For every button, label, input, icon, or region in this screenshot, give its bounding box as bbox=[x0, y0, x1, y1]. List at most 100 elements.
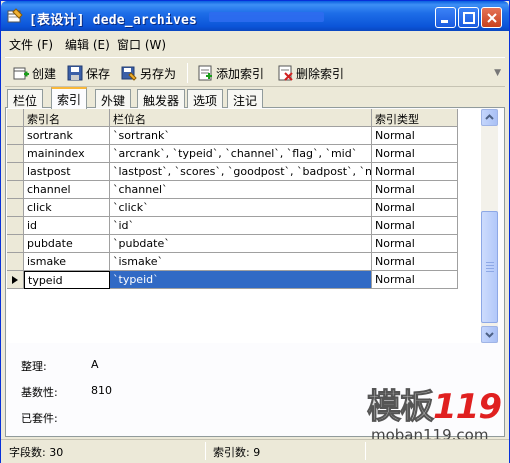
row-selector-current[interactable] bbox=[7, 271, 24, 289]
menu-file[interactable]: 文件 (F) bbox=[9, 36, 53, 53]
toolbar-overflow-chevron-icon[interactable]: ▼ bbox=[494, 68, 501, 78]
index-name-cell[interactable]: pubdate bbox=[24, 235, 110, 253]
delete-index-button[interactable]: 删除索引 bbox=[277, 64, 344, 82]
column-header-index-type[interactable]: 索引类型 bbox=[372, 109, 458, 127]
minimize-button[interactable] bbox=[435, 7, 456, 28]
collation-value: A bbox=[91, 358, 99, 371]
current-row-arrow-icon bbox=[12, 276, 18, 284]
row-selector[interactable] bbox=[7, 127, 24, 145]
add-index-button[interactable]: 添加索引 bbox=[197, 64, 264, 82]
index-type-cell[interactable]: Normal bbox=[372, 217, 458, 235]
save-button[interactable]: 保存 bbox=[67, 64, 110, 82]
create-button[interactable]: 创建 bbox=[13, 64, 56, 82]
row-selector[interactable] bbox=[7, 235, 24, 253]
table-design-window: [表设计] dede_archives 文件 (F) 编辑 (E) 窗口 (W)… bbox=[0, 0, 510, 463]
menu-window[interactable]: 窗口 (W) bbox=[117, 36, 166, 53]
field-name-cell[interactable]: `lastpost`, `scores`, `goodpost`, `badpo… bbox=[110, 163, 372, 181]
table-row[interactable]: sortrank `sortrank` Normal bbox=[7, 127, 481, 145]
index-name-cell[interactable]: mainindex bbox=[24, 145, 110, 163]
cardinality-label: 基数性: bbox=[21, 386, 58, 399]
chevron-up-icon bbox=[485, 114, 494, 120]
row-selector[interactable] bbox=[7, 163, 24, 181]
maximize-button[interactable] bbox=[458, 7, 479, 28]
chevron-down-icon bbox=[485, 332, 494, 338]
field-name-cell[interactable]: `typeid` bbox=[110, 271, 372, 289]
save-as-icon bbox=[121, 65, 137, 81]
row-selector[interactable] bbox=[7, 145, 24, 163]
create-icon bbox=[13, 65, 29, 81]
field-name-cell[interactable]: `ismake` bbox=[110, 253, 372, 271]
status-field-count: 字段数: 30 bbox=[9, 446, 64, 459]
row-selector[interactable] bbox=[7, 217, 24, 235]
index-name-cell[interactable]: typeid bbox=[24, 271, 110, 289]
field-name-cell[interactable]: `channel` bbox=[110, 181, 372, 199]
row-selector[interactable] bbox=[7, 181, 24, 199]
watermark-logo: 模板119 bbox=[367, 379, 502, 428]
cardinality-value: 810 bbox=[91, 384, 112, 397]
row-selector[interactable] bbox=[7, 253, 24, 271]
row-selector[interactable] bbox=[7, 199, 24, 217]
index-type-cell[interactable]: Normal bbox=[372, 235, 458, 253]
table-row-selected[interactable]: typeid `typeid` Normal bbox=[7, 271, 481, 289]
grid-header-row: 索引名 栏位名 索引类型 bbox=[7, 109, 481, 127]
scroll-up-button[interactable] bbox=[481, 109, 498, 126]
delete-index-label: 删除索引 bbox=[296, 66, 345, 81]
status-separator bbox=[365, 442, 366, 460]
index-name-cell[interactable]: sortrank bbox=[24, 127, 110, 145]
status-index-count: 索引数: 9 bbox=[213, 446, 261, 459]
field-name-cell[interactable]: `id` bbox=[110, 217, 372, 235]
field-name-cell[interactable]: `sortrank` bbox=[110, 127, 372, 145]
grid-vertical-scrollbar[interactable] bbox=[481, 109, 498, 343]
index-type-cell[interactable]: Normal bbox=[372, 253, 458, 271]
tab-options[interactable]: 选项 bbox=[187, 89, 224, 108]
toolbar: 创建 保存 另存为 添加索引 删除索引 ▼ bbox=[5, 57, 505, 87]
index-type-cell[interactable]: Normal bbox=[372, 199, 458, 217]
scroll-down-button[interactable] bbox=[481, 326, 498, 343]
minimize-icon bbox=[441, 20, 448, 23]
create-label: 创建 bbox=[32, 66, 57, 81]
field-name-cell[interactable]: `click` bbox=[110, 199, 372, 217]
save-label: 保存 bbox=[86, 66, 111, 81]
add-index-icon bbox=[197, 65, 213, 81]
index-name-cell[interactable]: id bbox=[24, 217, 110, 235]
index-name-cell[interactable]: click bbox=[24, 199, 110, 217]
table-row[interactable]: lastpost `lastpost`, `scores`, `goodpost… bbox=[7, 163, 481, 181]
close-button[interactable] bbox=[481, 7, 502, 28]
column-header-index-name[interactable]: 索引名 bbox=[24, 109, 110, 127]
index-grid: 索引名 栏位名 索引类型 sortrank `sortrank` Normal … bbox=[7, 109, 481, 343]
index-type-cell[interactable]: Normal bbox=[372, 181, 458, 199]
field-name-cell[interactable]: `pubdate` bbox=[110, 235, 372, 253]
toolbar-separator bbox=[187, 63, 188, 83]
table-row[interactable]: mainindex `arcrank`, `typeid`, `channel`… bbox=[7, 145, 481, 163]
scroll-thumb[interactable] bbox=[481, 211, 498, 323]
index-type-cell[interactable]: Normal bbox=[372, 145, 458, 163]
redacted-title-part bbox=[209, 12, 324, 22]
add-index-label: 添加索引 bbox=[216, 66, 265, 81]
status-bar: 字段数: 30 索引数: 9 bbox=[1, 439, 509, 463]
table-row[interactable]: click `click` Normal bbox=[7, 199, 481, 217]
save-as-button[interactable]: 另存为 bbox=[121, 64, 176, 82]
index-type-cell[interactable]: Normal bbox=[372, 127, 458, 145]
delete-index-icon bbox=[277, 65, 293, 81]
title-bar[interactable]: [表设计] dede_archives bbox=[1, 1, 509, 31]
field-name-cell[interactable]: `arcrank`, `typeid`, `channel`, `flag`, … bbox=[110, 145, 372, 163]
column-header-field-name[interactable]: 栏位名 bbox=[110, 109, 372, 127]
table-row[interactable]: channel `channel` Normal bbox=[7, 181, 481, 199]
tab-fields[interactable]: 栏位 bbox=[7, 89, 44, 108]
index-name-cell[interactable]: ismake bbox=[24, 253, 110, 271]
index-type-cell[interactable]: Normal bbox=[372, 271, 458, 289]
index-type-cell[interactable]: Normal bbox=[372, 163, 458, 181]
menu-edit[interactable]: 编辑 (E) bbox=[65, 36, 110, 53]
table-row[interactable]: ismake `ismake` Normal bbox=[7, 253, 481, 271]
tab-indexes[interactable]: 索引 bbox=[51, 87, 88, 109]
row-selector-header bbox=[7, 109, 24, 127]
table-row[interactable]: pubdate `pubdate` Normal bbox=[7, 235, 481, 253]
watermark-logo-number: 119 bbox=[433, 387, 502, 427]
table-row[interactable]: id `id` Normal bbox=[7, 217, 481, 235]
index-name-cell[interactable]: channel bbox=[24, 181, 110, 199]
tab-foreign-keys[interactable]: 外键 bbox=[95, 89, 132, 108]
tab-triggers[interactable]: 触发器 bbox=[137, 89, 186, 108]
window-title: [表设计] dede_archives bbox=[29, 13, 198, 28]
index-name-cell[interactable]: lastpost bbox=[24, 163, 110, 181]
tab-comments[interactable]: 注记 bbox=[227, 89, 264, 108]
